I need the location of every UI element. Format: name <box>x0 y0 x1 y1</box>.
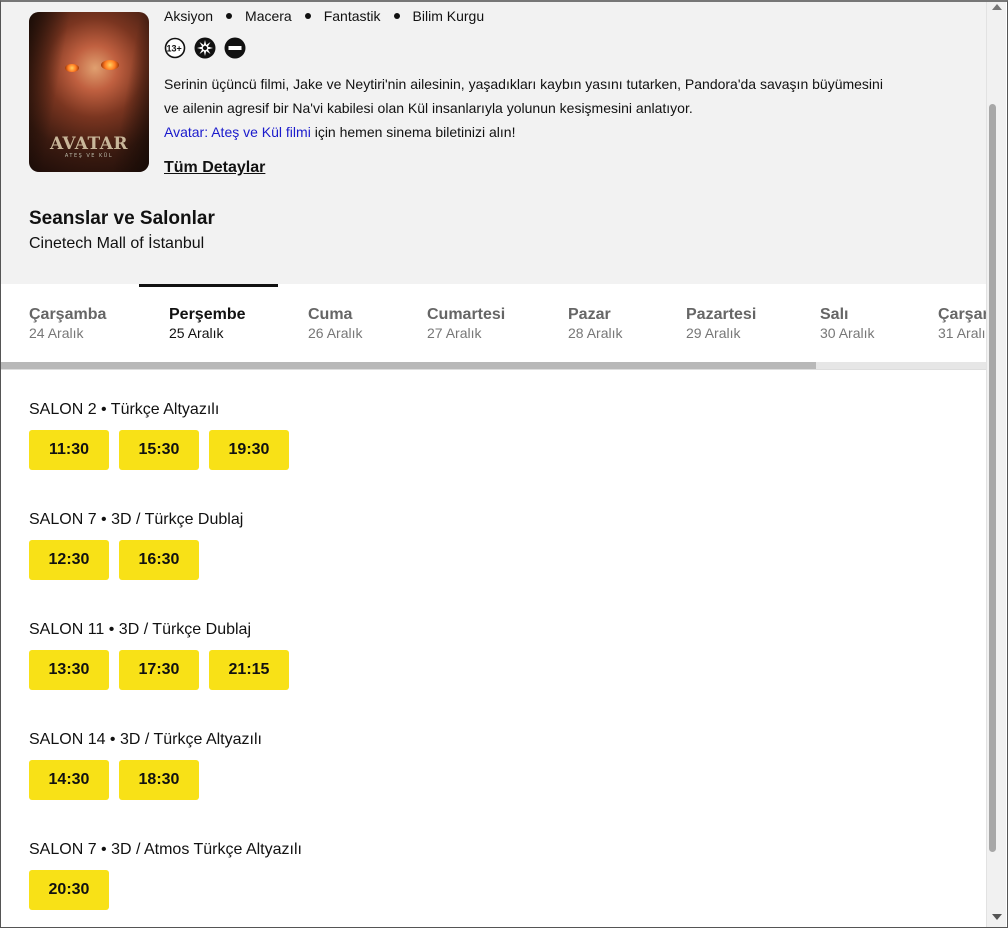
hall-block: SALON 2 • Türkçe Altyazılı 11:30 15:30 1… <box>29 400 289 470</box>
tab-day: Cuma <box>308 306 353 323</box>
tab-day: Çarşamba <box>938 306 986 323</box>
genre-list: Aksiyon Macera Fantastik Bilim Kurgu <box>164 8 484 24</box>
hall-name: SALON 7 • 3D / Atmos Türkçe Altyazılı <box>29 841 302 858</box>
tab-date: 29 Aralık <box>686 325 741 341</box>
hall-block: SALON 7 • 3D / Türkçe Dublaj 12:30 16:30 <box>29 510 243 580</box>
showtime-button[interactable]: 14:30 <box>29 760 109 800</box>
age-rating-text: 13+ <box>167 44 182 54</box>
scroll-up-icon[interactable] <box>992 4 1002 10</box>
showtime-list: 12:30 16:30 <box>29 540 243 580</box>
tabs-scrollbar-thumb[interactable] <box>0 362 816 369</box>
sessions-title: Seanslar ve Salonlar <box>29 208 215 229</box>
date-tab[interactable]: Çarşamba 31 Aralık <box>938 284 986 362</box>
showtime-button[interactable]: 16:30 <box>119 540 199 580</box>
tab-day: Pazar <box>568 306 611 323</box>
tab-date: 30 Aralık <box>820 325 875 341</box>
showtime-button[interactable]: 18:30 <box>119 760 199 800</box>
genre-item: Bilim Kurgu <box>412 8 485 24</box>
tab-date: 24 Aralık <box>29 325 84 341</box>
movie-poster[interactable]: AVATAR ATEŞ VE KÜL <box>29 12 149 172</box>
rating-icons: 13+ <box>164 37 246 59</box>
all-details-link[interactable]: Tüm Detaylar <box>164 159 265 177</box>
page-scrollbar-thumb[interactable] <box>989 104 996 852</box>
hall-block: SALON 7 • 3D / Atmos Türkçe Altyazılı 20… <box>29 840 302 910</box>
showtime-button[interactable]: 11:30 <box>29 430 109 470</box>
tab-day: Pazartesi <box>686 306 757 323</box>
page-scrollbar[interactable] <box>986 0 1006 928</box>
hall-block: SALON 11 • 3D / Türkçe Dublaj 13:30 17:3… <box>29 620 289 690</box>
tab-day: Salı <box>820 306 849 323</box>
poster-subtitle: ATEŞ VE KÜL <box>64 153 114 159</box>
movie-header: AVATAR ATEŞ VE KÜL Aksiyon Macera Fantas… <box>0 0 986 284</box>
ticket-cta: Avatar: Ateş ve Kül filmi için hemen sin… <box>164 120 515 144</box>
page-content: AVATAR ATEŞ VE KÜL Aksiyon Macera Fantas… <box>0 0 986 928</box>
active-tab-indicator <box>139 284 278 287</box>
date-tab[interactable]: Pazar 28 Aralık <box>568 284 622 362</box>
showtime-button[interactable]: 20:30 <box>29 870 109 910</box>
hall-name: SALON 2 • Türkçe Altyazılı <box>29 401 220 418</box>
genre-item: Fantastik <box>323 8 381 24</box>
movie-link[interactable]: Avatar: Ateş ve Kül filmi <box>164 124 311 140</box>
scroll-down-icon[interactable] <box>992 914 1002 920</box>
tab-date: 31 Aralık <box>938 325 986 341</box>
tab-day: Perşembe <box>169 306 246 323</box>
hall-name: SALON 11 • 3D / Türkçe Dublaj <box>29 621 251 638</box>
date-tabs: Çarşamba 24 Aralık Perşembe 25 Aralık Cu… <box>0 284 986 364</box>
tab-day: Cumartesi <box>427 306 506 323</box>
showtime-button[interactable]: 19:30 <box>209 430 289 470</box>
date-tab[interactable]: Pazartesi 29 Aralık <box>686 284 756 362</box>
tab-date: 26 Aralık <box>308 325 363 341</box>
tab-date: 28 Aralık <box>568 325 623 341</box>
violence-icon <box>194 37 216 59</box>
hall-block: SALON 14 • 3D / Türkçe Altyazılı 14:30 1… <box>29 730 262 800</box>
date-tab[interactable]: Cumartesi 27 Aralık <box>427 284 505 362</box>
tab-date: 27 Aralık <box>427 325 482 341</box>
genre-separator <box>393 13 400 19</box>
showtime-button[interactable]: 15:30 <box>119 430 199 470</box>
poster-title: AVATAR <box>49 134 129 154</box>
showtime-button[interactable]: 17:30 <box>119 650 199 690</box>
tab-day: Çarşamba <box>29 306 107 323</box>
showtime-button[interactable]: 21:15 <box>209 650 289 690</box>
date-tab-selected[interactable]: Perşembe 25 Aralık <box>139 284 278 362</box>
hall-name: SALON 14 • 3D / Türkçe Altyazılı <box>29 731 262 748</box>
showtime-list: 20:30 <box>29 870 302 910</box>
hall-name: SALON 7 • 3D / Türkçe Dublaj <box>29 511 244 528</box>
tabs-divider <box>0 369 986 370</box>
showtime-list: 11:30 15:30 19:30 <box>29 430 289 470</box>
showtime-list: 14:30 18:30 <box>29 760 262 800</box>
age-13-plus-icon: 13+ <box>164 37 186 59</box>
showtime-button[interactable]: 13:30 <box>29 650 109 690</box>
negative-content-icon <box>224 37 246 59</box>
movie-synopsis: Serinin üçüncü filmi, Jake ve Neytiri'ni… <box>164 76 883 116</box>
genre-item: Macera <box>245 8 292 24</box>
genre-separator <box>226 13 233 19</box>
showtime-list: 13:30 17:30 21:15 <box>29 650 289 690</box>
date-tab[interactable]: Çarşamba 24 Aralık <box>29 284 106 362</box>
genre-item: Aksiyon <box>164 8 214 24</box>
tab-date: 25 Aralık <box>169 325 224 341</box>
cta-text: için hemen sinema biletinizi alın! <box>310 124 516 140</box>
date-tab[interactable]: Cuma 26 Aralık <box>308 284 362 362</box>
cinema-name: Cinetech Mall of İstanbul <box>29 235 205 252</box>
genre-separator <box>304 13 311 19</box>
showtime-button[interactable]: 12:30 <box>29 540 109 580</box>
date-tab[interactable]: Salı 30 Aralık <box>820 284 874 362</box>
